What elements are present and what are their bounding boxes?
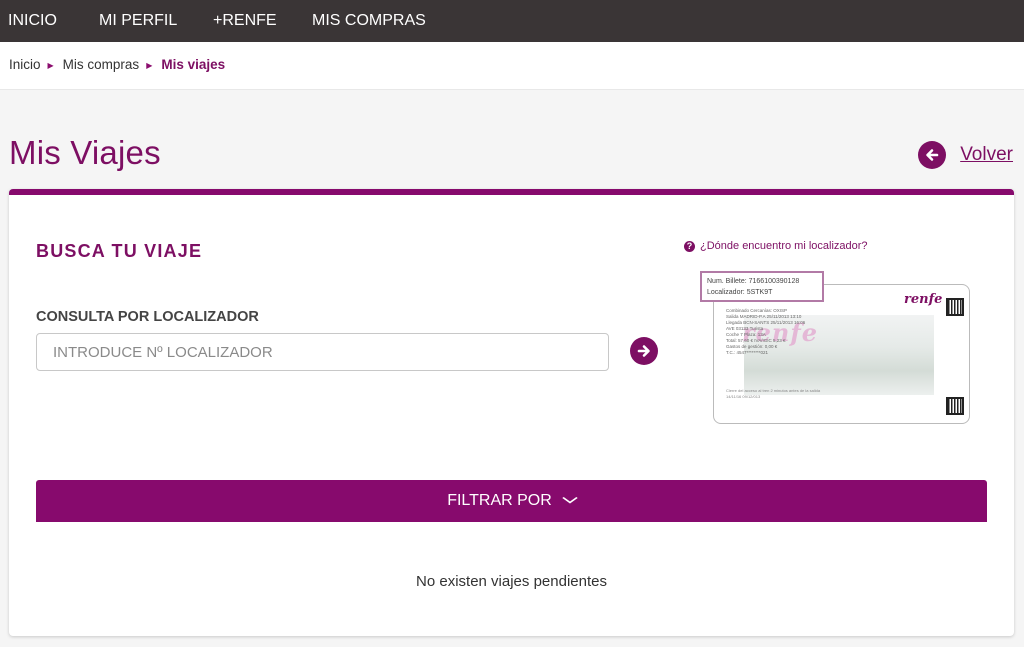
question-icon: ? <box>684 240 695 252</box>
breadcrumb-bar: Inicio ▶ Mis compras ▶ Mis viajes <box>0 42 1024 90</box>
page-title: Mis Viajes <box>9 134 161 171</box>
ticket-details: Combinado Cercanías: OXISP Salida MADRID… <box>726 295 805 356</box>
nav-item-mis-compras[interactable]: MIS COMPRAS <box>312 0 426 42</box>
ticket-card-hint: T.C.: 4547********021 <box>726 350 769 355</box>
nav-item-mas-renfe[interactable]: +RENFE <box>213 0 277 42</box>
search-submit-button[interactable] <box>630 337 658 365</box>
top-navigation: INICIO MI PERFIL +RENFE MIS COMPRAS <box>0 0 1024 42</box>
filter-label: FILTRAR POR <box>447 492 552 509</box>
ticket-brand-logo: renfe <box>904 292 943 307</box>
locator-label: CONSULTA POR LOCALIZADOR <box>36 309 259 325</box>
trip-search-card: BUSCA TU VIAJE CONSULTA POR LOCALIZADOR … <box>9 189 1014 636</box>
ticket-example-image: renfe renfe Combinado Cercanías: OXISP S… <box>713 284 970 424</box>
triangle-right-icon: ▶ <box>47 61 54 70</box>
qr-code-icon <box>946 397 964 415</box>
chevron-down-icon <box>561 495 578 507</box>
breadcrumb-inicio[interactable]: Inicio <box>9 57 41 72</box>
back-link[interactable]: Volver <box>918 141 1013 169</box>
back-label: Volver <box>960 144 1013 165</box>
breadcrumb: Inicio ▶ Mis compras ▶ Mis viajes <box>9 57 225 72</box>
filter-toggle-button[interactable]: FILTRAR POR <box>36 480 987 522</box>
locator-callout: Num. Billete: 7166100390128 Localizador:… <box>700 271 824 302</box>
ticket-footer: Cierre del acceso al tren 2 minutos ante… <box>726 388 820 400</box>
nav-item-inicio[interactable]: INICIO <box>8 0 57 42</box>
ticket-footer-line: 14/11/16 09/12/013 <box>726 394 761 399</box>
empty-results-message: No existen viajes pendientes <box>416 573 607 590</box>
qr-code-icon <box>946 298 964 316</box>
locator-input[interactable] <box>36 333 609 371</box>
arrow-left-circle-icon <box>918 141 947 169</box>
nav-item-mi-perfil[interactable]: MI PERFIL <box>99 0 177 42</box>
triangle-right-icon: ▶ <box>146 61 153 70</box>
locator-help-link[interactable]: ? ¿Dónde encuentro mi localizador? <box>684 240 868 252</box>
callout-locator: Localizador: 5STK9T <box>707 289 773 296</box>
help-link-label: ¿Dónde encuentro mi localizador? <box>700 240 868 252</box>
arrow-right-circle-icon <box>637 345 650 357</box>
callout-ticket-number: Num. Billete: 7166100390128 <box>707 278 800 285</box>
breadcrumb-current: Mis viajes <box>161 57 226 72</box>
breadcrumb-mis-compras[interactable]: Mis compras <box>63 57 140 72</box>
section-title: BUSCA TU VIAJE <box>36 241 203 261</box>
